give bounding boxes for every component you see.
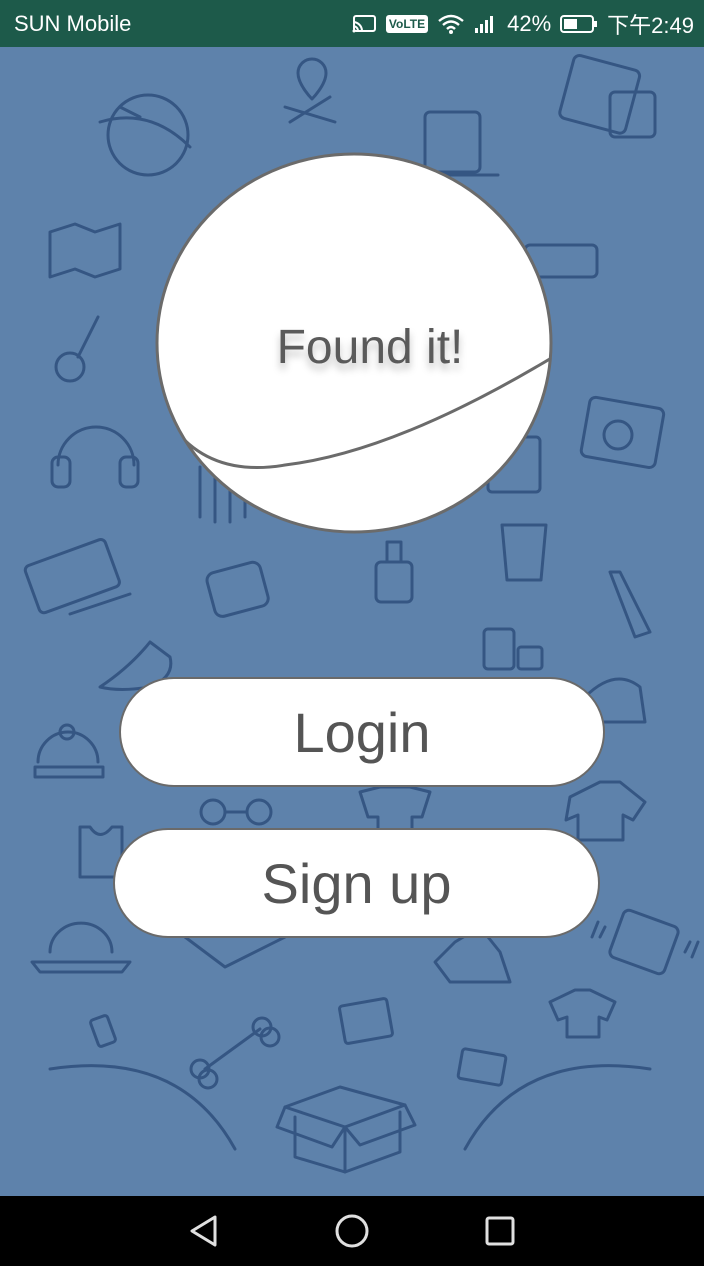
status-time: 下午2:49 [607,12,694,38]
tie-icon [608,570,652,639]
wifi-icon [437,13,465,35]
laptop-icon [23,538,132,616]
speaker-icon [579,395,666,470]
battery-percent: 42% [507,10,552,36]
bucket-hat-icon [30,921,132,974]
shirt-icon [564,780,647,842]
cast-icon [351,14,377,34]
volte-icon: VoLTE [385,14,429,33]
recents-icon [485,1216,515,1246]
signup-button-label: Sign up [261,851,452,915]
app-logo: Found it! [155,152,553,534]
navigation-bar [0,1196,704,1266]
home-icon [335,1214,369,1248]
package-small-icon [456,1047,508,1087]
package-icon [338,997,394,1045]
logo-text: Found it! [276,321,464,374]
back-icon [190,1215,217,1247]
phone-icon [590,908,700,976]
carrier-name: SUN Mobile [14,10,132,36]
headphones-icon [50,425,140,489]
signal-icon [474,14,498,34]
tablet-icon [558,53,657,139]
map-icon [48,222,122,279]
recents-button[interactable] [470,1201,530,1261]
signup-button[interactable]: Sign up [113,828,600,938]
login-button-label: Login [293,700,431,764]
beanie-icon [33,723,105,779]
bottle-icon [374,540,414,604]
watch-icon [205,560,270,618]
map-pin-icon [283,57,337,124]
status-icons: VoLTE 42% 下午2:49 [351,8,694,40]
small-bottle-icon [89,1014,117,1048]
tshirt-icon [548,988,617,1039]
status-bar: SUN Mobile VoLTE 42% 下午2:49 [0,0,704,47]
login-button[interactable]: Login [119,677,605,787]
home-button[interactable] [322,1201,382,1261]
open-book-icon [183,935,287,969]
back-button[interactable] [174,1201,234,1261]
open-box-icon [275,1085,417,1174]
jar-icon [482,627,544,671]
guitar-icon [54,315,100,383]
glasses-icon [199,798,273,826]
battery-icon [560,14,598,34]
bone-icon [189,1016,281,1090]
